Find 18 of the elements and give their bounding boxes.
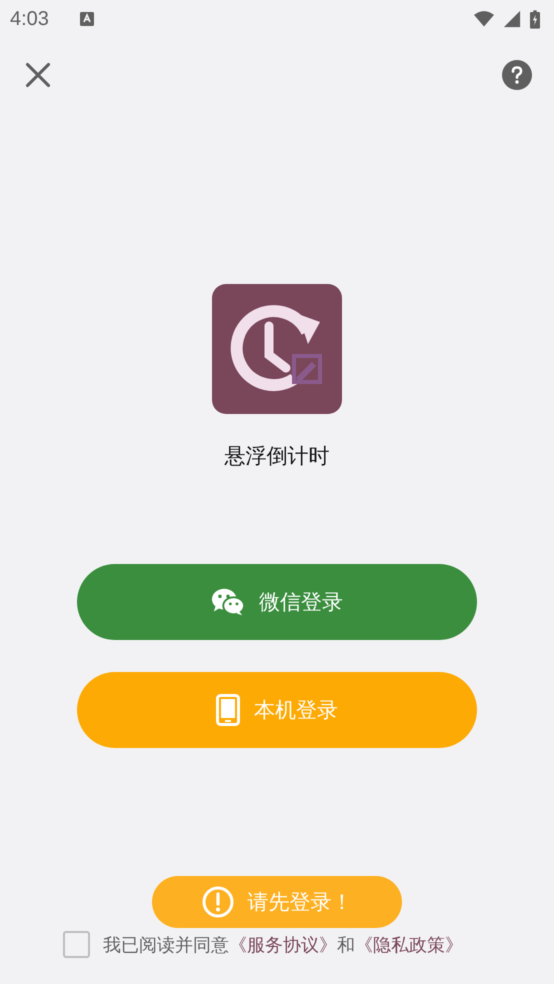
privacy-policy-link[interactable]: 《隐私政策》 xyxy=(355,932,463,956)
signal-icon xyxy=(502,10,522,28)
close-button[interactable] xyxy=(24,61,52,89)
agreement-text: 我已阅读并同意 xyxy=(103,934,229,956)
agreement-checkbox[interactable] xyxy=(63,931,90,958)
agreement-text: 和 xyxy=(337,934,355,956)
app-name: 悬浮倒计时 xyxy=(224,443,330,470)
keyboard-app-icon xyxy=(78,11,95,27)
battery-icon xyxy=(530,10,540,28)
help-button[interactable] xyxy=(502,60,532,90)
alert-icon xyxy=(202,886,234,918)
toast-message: 请先登录！ xyxy=(248,889,352,916)
wifi-icon xyxy=(474,10,494,28)
tablet-icon xyxy=(216,694,240,726)
status-time: 4:03 xyxy=(10,8,49,30)
wechat-login-button[interactable]: 微信登录 xyxy=(77,564,477,640)
service-agreement-link[interactable]: 《服务协议》 xyxy=(229,932,337,956)
chat-bubbles-icon xyxy=(211,587,245,617)
